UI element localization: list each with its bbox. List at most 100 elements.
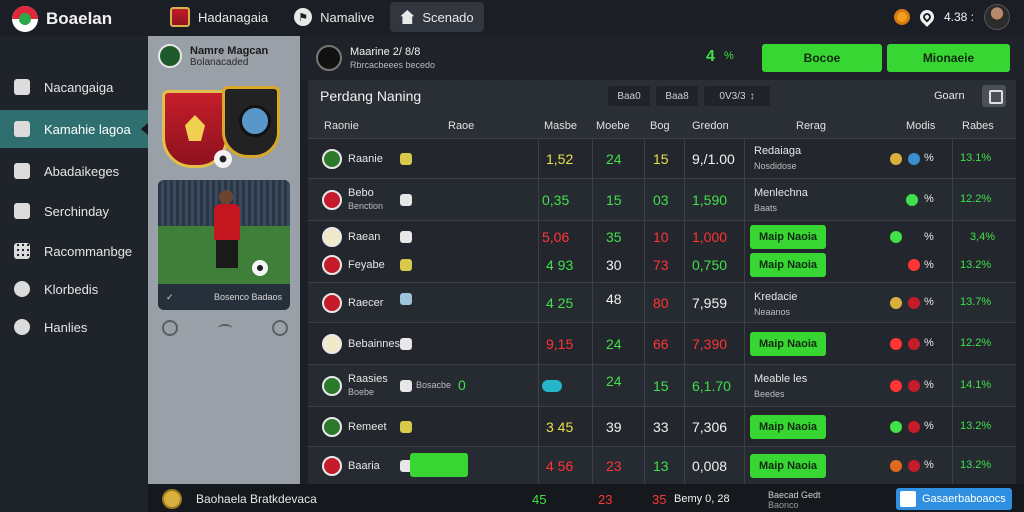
table-row[interactable]: Raasies Boebe Bosacbe 0 24 15 6,1.70 Mea…	[308, 364, 1016, 406]
coin-icon[interactable]	[893, 9, 910, 25]
player-shorts	[216, 240, 238, 268]
match-odds: 4	[706, 48, 715, 65]
balance: 4.38 :	[943, 10, 974, 24]
bottom-action-label: Gasaerbaboaocs	[922, 493, 1006, 505]
sidebar-item-nacangaiga[interactable]: Nacangaiga	[0, 68, 148, 106]
player-card[interactable]: ✓ Bosenco Badaos	[158, 180, 290, 310]
cell-mod: %	[924, 259, 934, 271]
player-card-footer: ✓ Bosenco Badaos	[158, 284, 290, 310]
table-row[interactable]: Raecer 4 25 48 80 7,959 Kredacie Neaanos…	[308, 282, 1016, 322]
sidebar-item-label: Kamahie lagoa	[44, 121, 131, 137]
match-button[interactable]: Maip Naoia	[750, 332, 826, 356]
football-icon	[214, 150, 232, 168]
cell-mod: %	[924, 337, 934, 349]
top-nav-item-hadanagaia[interactable]: Hadanagaia	[160, 2, 278, 32]
status-dot-icon	[906, 194, 918, 206]
match-panel-actions	[162, 320, 288, 336]
badge-number: 0	[458, 377, 466, 393]
cell-odds: 0,35	[542, 192, 570, 208]
nike-icon: ✓	[166, 291, 174, 302]
cell-odds: 4 93	[546, 257, 574, 273]
home-icon	[400, 10, 415, 24]
team-name: Raanie	[348, 153, 383, 165]
bottom-value: 35	[652, 492, 667, 507]
cell-rate: 13.7%	[960, 296, 992, 308]
brand[interactable]: Boaelan	[12, 6, 112, 32]
match-button[interactable]: Maip Naoia	[750, 225, 826, 249]
location-pin-icon[interactable]	[917, 7, 937, 27]
bottom-value: Baonco	[768, 500, 799, 510]
primary-action-button[interactable]: Bocoe	[762, 44, 882, 72]
table-row[interactable]: Raanie 1,52 24 15 9,/1.00 Redaiaga Nosdi…	[308, 138, 1016, 178]
cell-total: 0,750	[692, 257, 728, 273]
match-button[interactable]: Maip Naoia	[750, 454, 826, 478]
sidebar-item-klorbedis[interactable]: Klorbedis	[0, 270, 148, 308]
status-dot-icon	[890, 338, 902, 350]
cell-value: 33	[653, 419, 669, 435]
team-name: Raecer	[348, 297, 384, 309]
col-header[interactable]: Moebe	[596, 120, 630, 132]
status-dot-icon	[908, 460, 920, 472]
close-icon[interactable]	[272, 320, 288, 336]
top-nav-item-scenado[interactable]: Scenado	[390, 2, 484, 32]
cell-value: 30	[606, 257, 622, 273]
cell-value: 48	[606, 291, 622, 307]
status-dot-icon	[890, 460, 902, 472]
status-dot-icon	[890, 421, 902, 433]
cell-rate: 13.1%	[960, 152, 992, 164]
sidebar-item-hanlies[interactable]: Hanlies	[0, 308, 148, 346]
favorite-icon[interactable]	[162, 320, 178, 336]
main-content: Maarine 2/ 8/8 Rbrcacbeees becedo 4 % Bo…	[300, 36, 1024, 484]
info-title: Kredacie	[754, 291, 798, 303]
cell-total: 7,390	[692, 336, 728, 352]
sidebar-item-serchinday[interactable]: Serchinday	[0, 192, 148, 230]
table-row[interactable]: Bebo Benction 0,35 15 03 1,590 Menlechna…	[308, 178, 1016, 220]
match-header: Maarine 2/ 8/8 Rbrcacbeees becedo 4 % Bo…	[300, 36, 1024, 80]
col-header[interactable]: Gredon	[692, 120, 729, 132]
share-icon[interactable]	[218, 324, 232, 332]
table-row[interactable]: Bebainnes 9,15 24 66 7,390 Maip Naoia % …	[308, 322, 1016, 364]
col-header[interactable]: Raoe	[448, 120, 474, 132]
badge-text: Bosacbe	[416, 380, 452, 390]
cell-value: 24	[606, 151, 622, 167]
filter-dropdown[interactable]: 0V3/3 ↕	[704, 86, 770, 106]
col-header[interactable]: Raonie	[324, 120, 359, 132]
status-dot-icon	[908, 259, 920, 271]
form-badge-icon	[400, 153, 412, 165]
player-jersey	[214, 204, 240, 240]
bottom-value: 45	[532, 492, 547, 507]
cell-value: 39	[606, 419, 622, 435]
col-header[interactable]: Rabes	[962, 120, 994, 132]
col-header[interactable]: Modis	[906, 120, 935, 132]
sidebar-item-abadaikeges[interactable]: Abadaikeges	[0, 152, 148, 190]
bottom-action-button[interactable]: Gasaerbaboaocs	[896, 488, 1012, 510]
team-name: Raasies	[348, 373, 388, 385]
col-header[interactable]: Rerag	[796, 120, 826, 132]
filter-1[interactable]: Baa0	[608, 86, 650, 106]
table-row[interactable]: Remeet 3 45 39 33 7,306 Maip Naoia % 13.…	[308, 406, 1016, 446]
match-button[interactable]: Maip Naoia	[750, 415, 826, 439]
table-row[interactable]: Raean Feyabe 5,06 4 93 35 30 10 73 1,000…	[308, 220, 1016, 282]
clipboard-icon	[14, 163, 30, 179]
top-nav-item-namalive[interactable]: ⚑ Namalive	[284, 2, 384, 32]
info-title: Redaiaga	[754, 145, 802, 157]
table-title: Perdang Naning	[320, 88, 422, 104]
col-header[interactable]: Bog	[650, 120, 670, 132]
league-icon	[158, 44, 182, 68]
info-title: Meable les	[754, 373, 808, 385]
team-crest-icon	[322, 293, 342, 313]
status-dot-icon	[908, 153, 920, 165]
filter-2[interactable]: Baa8	[656, 86, 698, 106]
match-button[interactable]: Maip Naoia	[750, 253, 826, 277]
sidebar-item-kamahie-lagoa[interactable]: Kamahie lagoa	[0, 110, 148, 148]
info-subtitle: Nosdidose	[754, 161, 797, 171]
cell-value: 03	[653, 192, 669, 208]
sidebar-item-racommanbge[interactable]: Racommanbge	[0, 232, 148, 270]
bottom-value: Bemy 0, 28	[674, 493, 730, 505]
avatar[interactable]	[984, 4, 1010, 30]
team-name: Bebainnes	[348, 338, 400, 350]
search-button[interactable]	[982, 85, 1006, 107]
secondary-action-button[interactable]: Mionaeie	[887, 44, 1010, 72]
col-header[interactable]: Masbe	[544, 120, 577, 132]
table-row[interactable]: Baaria 4 56 23 13 0,008 Maip Naoia % 13.…	[308, 446, 1016, 484]
